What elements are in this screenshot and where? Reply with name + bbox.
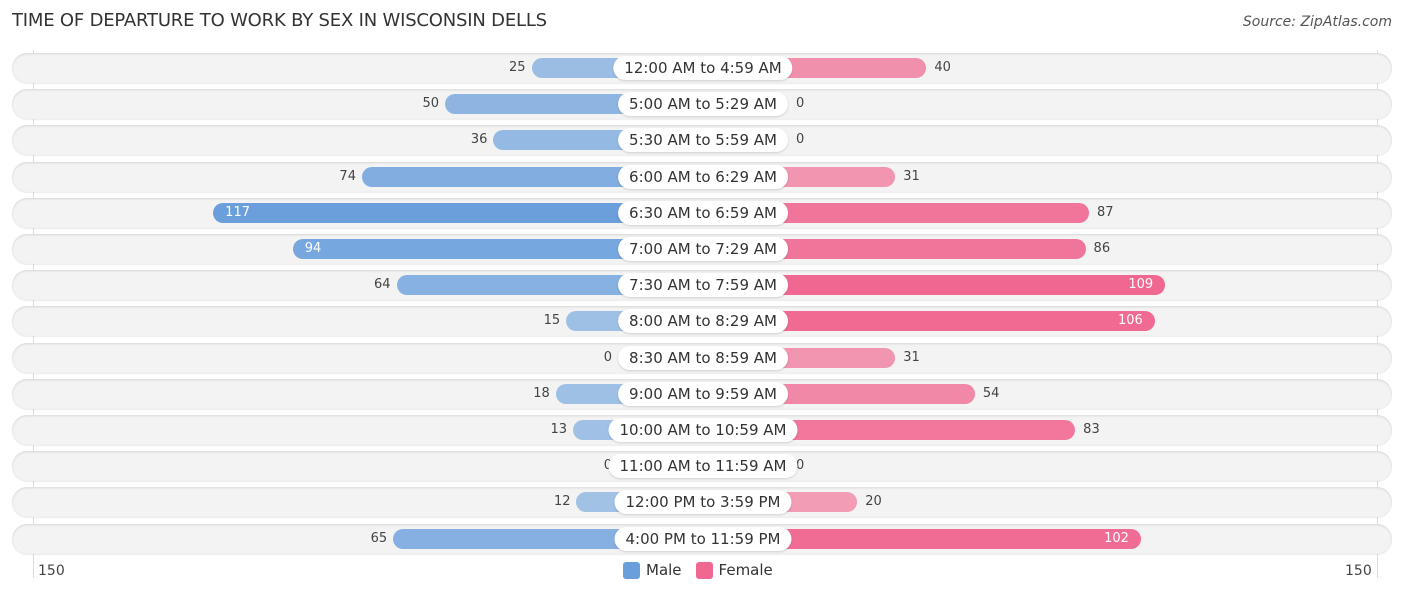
male-value-label: 74 [339, 168, 356, 184]
category-label: 7:30 AM to 7:59 AM [618, 273, 788, 298]
male-value-label: 13 [550, 422, 568, 437]
female-value-label: 31 [903, 168, 920, 184]
female-value-label: 83 [1083, 422, 1100, 437]
source-label: Source: ZipAtlas.com [1242, 14, 1392, 30]
female-value-label: 31 [903, 349, 920, 365]
male-value-label: 15 [543, 313, 561, 329]
axis-right-label: 150 [1345, 563, 1372, 579]
category-label: 10:00 AM to 10:59 AM [608, 418, 798, 442]
category-label: 12:00 AM to 4:59 AM [613, 56, 793, 80]
category-label: 8:00 AM to 8:29 AM [618, 309, 788, 334]
female-value-label: 40 [934, 60, 951, 75]
female-value-label: 20 [865, 494, 882, 510]
category-label: 11:00 AM to 11:59 AM [608, 454, 798, 479]
female-value-label: 87 [1097, 204, 1114, 220]
legend-male-swatch [623, 561, 640, 579]
female-value-label: 102 [1104, 530, 1129, 546]
male-value-label: 25 [508, 60, 526, 75]
male-value-label: 36 [470, 132, 488, 148]
category-label: 8:30 AM to 8:59 AM [618, 345, 788, 370]
category-label: 6:30 AM to 6:59 AM [618, 200, 788, 225]
category-label: 6:00 AM to 6:29 AM [618, 164, 788, 189]
category-label: 12:00 PM to 3:59 PM [614, 490, 792, 515]
legend-female-label: Female [718, 561, 773, 579]
category-label: 7:00 AM to 7:29 AM [618, 237, 788, 261]
male-value-label: 0 [603, 349, 612, 365]
legend-female-swatch [695, 561, 713, 579]
category-label: 4:00 PM to 11:59 PM [614, 526, 792, 551]
male-value-label: 50 [422, 96, 439, 112]
female-value-label: 54 [982, 385, 1000, 401]
legend-male-label: Male [646, 561, 682, 579]
female-value-label: 109 [1128, 277, 1154, 293]
male-value-label: 117 [225, 204, 250, 220]
male-value-label: 18 [533, 385, 550, 401]
male-value-label: 12 [553, 494, 571, 510]
female-value-label: 0 [796, 96, 805, 112]
female-value-label: 0 [796, 132, 805, 148]
male-value-label: 94 [304, 241, 322, 256]
male-value-label: 64 [374, 277, 391, 293]
category-label: 5:30 AM to 5:59 AM [618, 128, 788, 153]
chart-root: TIME OF DEPARTURE TO WORK BY SEX IN WISC… [0, 0, 1406, 595]
female-value-label: 86 [1093, 241, 1111, 256]
female-value-label: 106 [1117, 313, 1143, 329]
category-label: 5:00 AM to 5:29 AM [618, 92, 788, 117]
legend: Male Female [623, 561, 773, 579]
category-label: 9:00 AM to 9:59 AM [618, 381, 788, 406]
male-value-label: 65 [370, 530, 388, 546]
chart-title: TIME OF DEPARTURE TO WORK BY SEX IN WISC… [12, 10, 547, 31]
axis-left-label: 150 [38, 563, 65, 579]
